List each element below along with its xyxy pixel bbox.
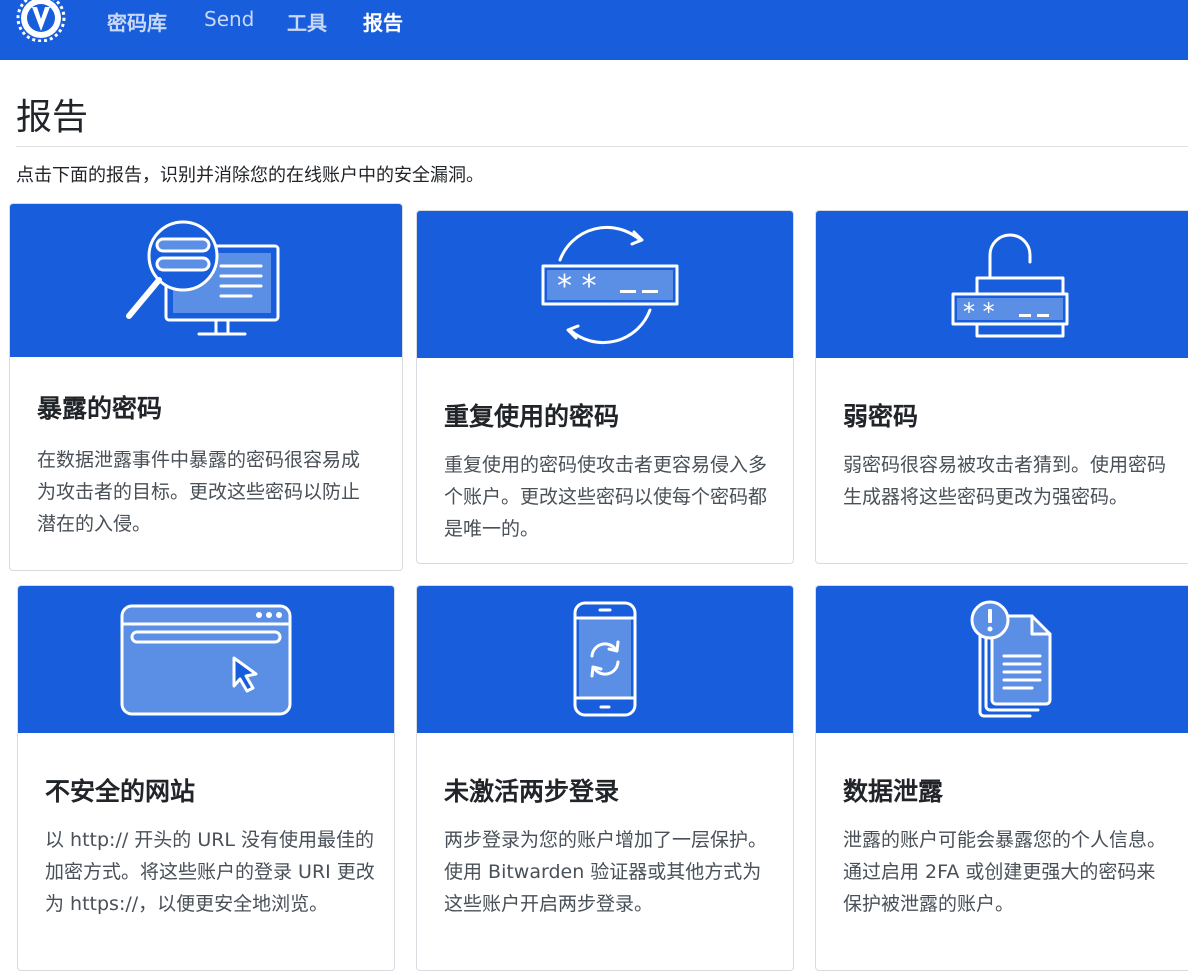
nav-reports[interactable]: 报告 [363,7,403,36]
page-intro: 点击下面的报告，识别并消除您的在线账户中的安全漏洞。 [16,165,484,186]
svg-text:* *: * * [963,298,995,326]
card-description: 重复使用的密码使攻击者更容易侵入多个账户。更改这些密码以使每个密码都是唯一的。 [444,454,768,540]
report-card-exposed-passwords[interactable]: 暴露的密码 在数据泄露事件中暴露的密码很容易成为攻击者的目标。更改这些密码以防止… [9,203,403,571]
card-banner: * * [417,211,793,358]
magnifier-monitor-icon [126,220,280,335]
phone-sync-icon [573,601,637,716]
recycle-password-icon: * * [541,225,679,344]
page-title: 报告 [16,97,89,138]
card-title: 弱密码 [843,402,919,431]
svg-text:* *: * * [557,269,597,304]
top-navbar: 密码库 Send 工具 报告 [0,0,1188,60]
card-title: 不安全的网站 [45,777,196,806]
padlock-password-icon: * * [951,233,1069,337]
nav-vault[interactable]: 密码库 [107,7,167,36]
card-description: 两步登录为您的账户增加了一层保护。使用 Bitwarden 验证器或其他方式为这… [444,829,768,915]
card-description: 泄露的账户可能会暴露您的个人信息。通过启用 2FA 或创建更强大的密码来保护被泄… [843,829,1167,915]
card-title: 重复使用的密码 [444,402,620,431]
card-banner [417,586,793,733]
report-card-unsecured-websites[interactable]: 不安全的网站 以 http:// 开头的 URL 没有使用最佳的加密方式。将这些… [17,585,395,971]
card-banner [10,204,402,357]
card-title: 未激活两步登录 [444,777,620,806]
title-divider [16,146,1188,147]
card-title: 数据泄露 [843,777,944,806]
report-card-reused-passwords[interactable]: * * 重复使用的密码 重复使用的密码使攻击者更容易侵入多个账户。更改这些密码以… [416,210,794,564]
alert-documents-icon [970,600,1052,717]
card-banner: * * [816,211,1188,358]
report-card-inactive-2fa[interactable]: 未激活两步登录 两步登录为您的账户增加了一层保护。使用 Bitwarden 验证… [416,585,794,971]
card-description: 以 http:// 开头的 URL 没有使用最佳的加密方式。将这些账户的登录 U… [45,829,375,915]
report-card-data-breach[interactable]: 数据泄露 泄露的账户可能会暴露您的个人信息。通过启用 2FA 或创建更强大的密码… [815,585,1188,971]
browser-cursor-icon [120,604,292,715]
nav-tools[interactable]: 工具 [287,7,327,36]
logo-icon[interactable] [15,0,67,43]
card-banner [816,586,1188,733]
card-description: 在数据泄露事件中暴露的密码很容易成为攻击者的目标。更改这些密码以防止潜在的入侵。 [37,449,361,535]
card-banner [18,586,394,733]
report-card-weak-passwords[interactable]: * * 弱密码 弱密码很容易被攻击者猜到。使用密码生成器将这些密码更改为强密码。 [815,210,1188,564]
card-description: 弱密码很容易被攻击者猜到。使用密码生成器将这些密码更改为强密码。 [843,454,1167,508]
nav-send[interactable]: Send [204,7,254,31]
card-title: 暴露的密码 [37,394,163,423]
